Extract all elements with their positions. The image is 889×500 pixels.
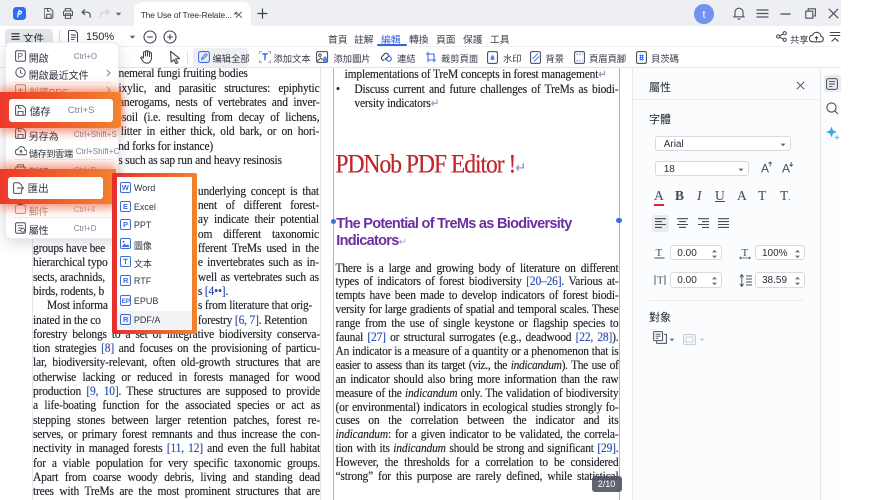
svg-text:T: T — [655, 247, 662, 259]
svg-text:R: R — [123, 315, 129, 324]
svg-text:P: P — [123, 220, 128, 229]
svg-text:W: W — [122, 183, 130, 192]
svg-text:P: P — [17, 52, 22, 61]
svg-text:T: T — [742, 247, 749, 259]
svg-text:R: R — [123, 276, 129, 285]
svg-text:t: t — [702, 9, 705, 21]
svg-text:A: A — [761, 162, 769, 176]
svg-text:T: T — [657, 276, 664, 287]
svg-text:A: A — [782, 162, 790, 176]
svg-text:EP: EP — [122, 298, 131, 305]
svg-text:E: E — [123, 202, 128, 211]
